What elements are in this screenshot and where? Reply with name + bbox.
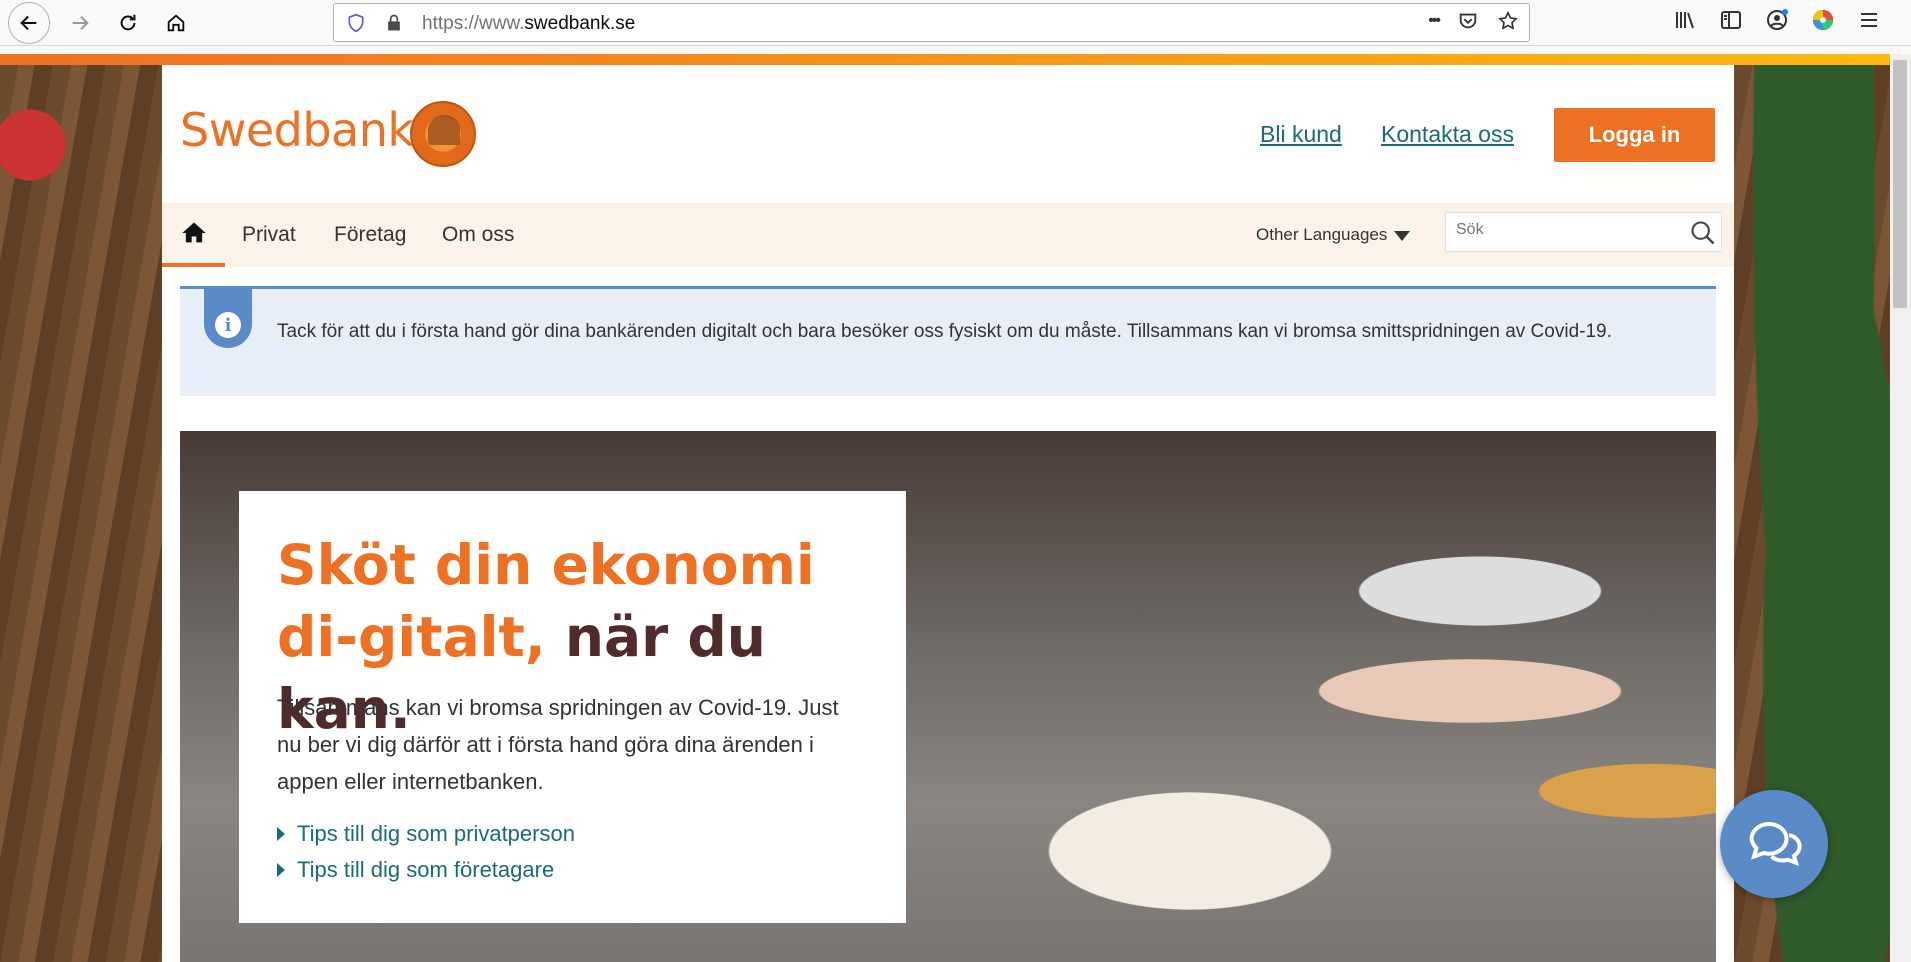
url-bar[interactable]: https://www.swedbank.se ••• [333, 3, 1530, 42]
pocket-icon[interactable] [1457, 10, 1479, 32]
oak-tree-seal-icon [410, 101, 476, 167]
lock-icon [388, 14, 400, 31]
library-icon[interactable] [1673, 8, 1697, 32]
bli-kund-link[interactable]: Bli kund [1260, 121, 1342, 148]
main-navigation: Privat Företag Om oss Other Languages [162, 203, 1734, 267]
forward-button[interactable] [62, 5, 98, 41]
home-icon [181, 222, 206, 243]
nav-foretag[interactable]: Företag [334, 223, 406, 247]
hero-card: Sköt din ekonomi di-gitalt, när du kan. … [239, 491, 906, 923]
page-container: Swedbank Bli kund Kontakta oss Logga in … [162, 65, 1734, 962]
caret-down-icon[interactable] [1394, 231, 1410, 241]
hero-body-text: Tillsammans kan vi bromsa spridningen av… [277, 695, 839, 794]
menu-icon[interactable] [1857, 8, 1881, 32]
hero-banner: Sköt din ekonomi di-gitalt, när du kan. … [180, 431, 1716, 962]
triangle-right-icon [277, 827, 285, 841]
bookmark-star-icon[interactable] [1497, 10, 1519, 32]
home-button[interactable] [158, 5, 194, 41]
chat-bubbles-icon [1749, 822, 1802, 866]
swedbank-logo[interactable]: Swedbank [180, 103, 414, 157]
search-input[interactable] [1456, 221, 1666, 239]
background-image-left [0, 65, 162, 962]
login-button[interactable]: Logga in [1554, 108, 1715, 162]
triangle-right-icon [277, 863, 285, 877]
back-button[interactable] [8, 2, 50, 44]
tips-foretagare-link[interactable]: Tips till dig som företagare [277, 857, 554, 883]
reload-button[interactable] [110, 5, 146, 41]
info-banner-text: Tack för att du i första hand gör dina b… [277, 321, 1612, 342]
account-icon[interactable] [1765, 8, 1789, 32]
more-icon[interactable]: ••• [1428, 12, 1441, 30]
reload-icon [120, 14, 136, 31]
info-banner: i Tack för att du i första hand gör dina… [180, 286, 1716, 396]
nav-privat[interactable]: Privat [242, 223, 296, 247]
home-icon [167, 14, 185, 32]
search-box [1445, 212, 1722, 252]
browser-toolbar: https://www.swedbank.se ••• [0, 0, 1911, 46]
info-icon: i [215, 312, 241, 338]
arrow-right-icon [72, 15, 89, 31]
url-text: https://www.swedbank.se [422, 13, 636, 34]
arrow-left-icon [20, 15, 37, 31]
scrollbar-thumb[interactable] [1893, 60, 1907, 308]
sidebar-icon[interactable] [1719, 8, 1743, 32]
nav-home[interactable] [162, 203, 225, 267]
kontakta-oss-link[interactable]: Kontakta oss [1381, 121, 1514, 148]
nav-om-oss[interactable]: Om oss [442, 223, 514, 247]
tracking-shield-icon [348, 13, 364, 33]
info-tab: i [204, 286, 252, 348]
tips-privatperson-link[interactable]: Tips till dig som privatperson [277, 821, 575, 847]
chat-button[interactable] [1720, 790, 1828, 898]
page-accent-bar [0, 54, 1890, 65]
search-icon[interactable] [1689, 219, 1717, 247]
color-wheel-icon[interactable] [1811, 8, 1835, 32]
other-languages-dropdown[interactable]: Other Languages [1256, 225, 1387, 245]
